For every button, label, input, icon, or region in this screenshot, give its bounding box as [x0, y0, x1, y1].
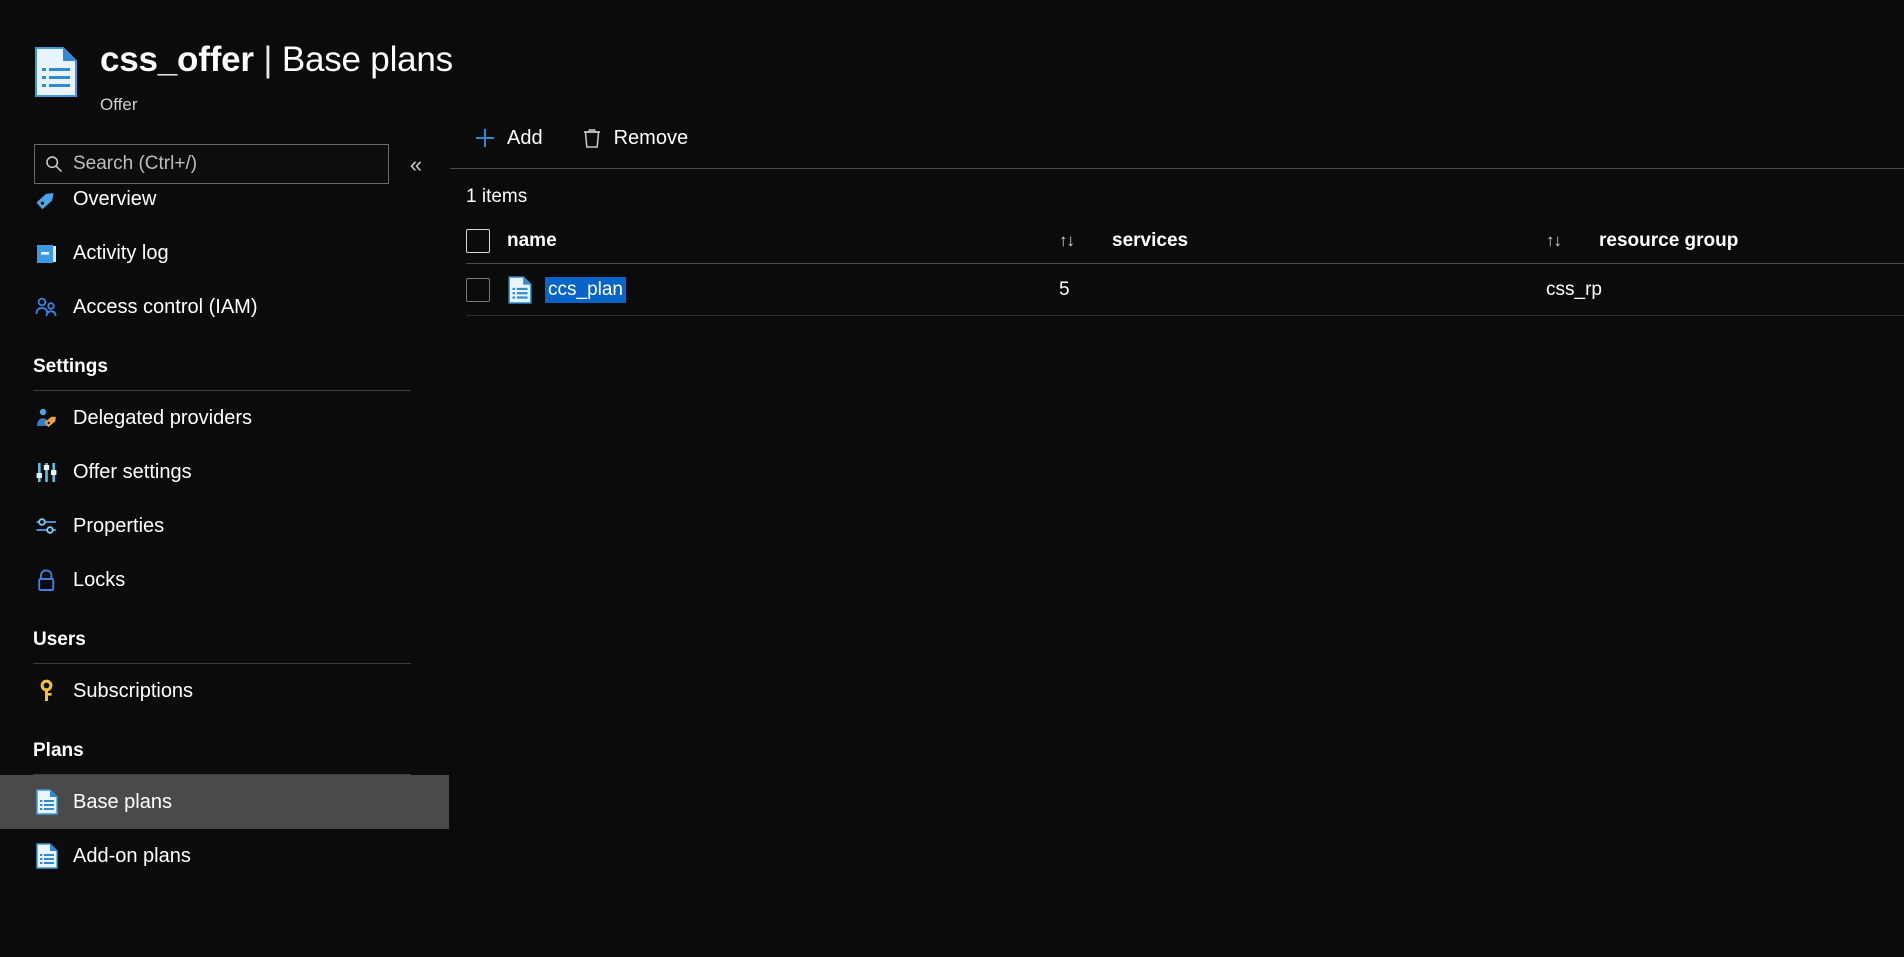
grid-header-row: name ↑↓ services ↑↓ resource group — [450, 218, 1904, 264]
delegated-providers-icon — [33, 404, 60, 432]
command-bar-divider — [450, 168, 1904, 169]
properties-icon — [33, 512, 60, 540]
blade-header: css_offer | Base plans Offer — [0, 0, 1904, 128]
sidebar-group-title: Settings — [33, 356, 411, 390]
plan-document-icon — [507, 276, 533, 304]
items-count-label: 1 items — [466, 186, 527, 208]
select-all-cell — [450, 229, 507, 253]
access-control-icon — [33, 293, 60, 321]
offer-document-icon — [33, 46, 79, 98]
sidebar-item-label: Delegated providers — [73, 407, 252, 430]
sort-icon-name[interactable]: ↑↓ — [1059, 231, 1074, 251]
row-name-cell: ccs_plan — [507, 276, 1059, 304]
sidebar-item-properties[interactable]: Properties — [0, 499, 450, 553]
sidebar-group-title: Users — [33, 629, 411, 663]
row-name-link[interactable]: ccs_plan — [545, 277, 626, 303]
plan-document-icon — [33, 788, 60, 816]
key-icon — [33, 677, 60, 705]
sidebar-item-subscriptions[interactable]: Subscriptions — [0, 664, 450, 718]
lock-icon — [33, 566, 60, 594]
sidebar-item-offer-settings[interactable]: Offer settings — [0, 445, 450, 499]
plan-document-icon — [33, 842, 60, 870]
column-header-resource-group[interactable]: ↑↓ resource group — [1546, 230, 1904, 252]
sidebar-item-overview[interactable]: Overview — [0, 172, 450, 226]
row-select-cell — [450, 278, 507, 302]
column-header-resource-group-label: resource group — [1599, 230, 1738, 252]
sidebar-group-title: Plans — [33, 740, 411, 774]
sidebar-item-activity-log[interactable]: Activity log — [0, 226, 450, 280]
sort-icon-services[interactable]: ↑↓ — [1546, 231, 1561, 251]
column-header-services-label: services — [1112, 230, 1188, 252]
page-title-separator: | — [263, 40, 272, 79]
row-checkbox[interactable] — [466, 278, 490, 302]
plus-icon — [474, 127, 496, 149]
sidebar-item-label: Locks — [73, 569, 125, 592]
sidebar: « Overview — [0, 128, 450, 957]
page-subtitle: Offer — [100, 95, 137, 115]
select-all-checkbox[interactable] — [466, 229, 490, 253]
sidebar-item-access-control[interactable]: Access control (IAM) — [0, 280, 450, 334]
table-row[interactable]: ccs_plan 5 css_rp — [450, 264, 1904, 316]
row-resource-group-value: css_rp — [1546, 279, 1904, 301]
remove-button[interactable]: Remove — [567, 118, 702, 158]
sidebar-item-label: Access control (IAM) — [73, 296, 257, 319]
remove-button-label: Remove — [614, 127, 688, 150]
sidebar-item-locks[interactable]: Locks — [0, 553, 450, 607]
sidebar-group-plans: Plans — [0, 718, 411, 775]
tag-icon — [33, 185, 60, 213]
sidebar-group-settings: Settings — [0, 334, 411, 391]
sidebar-item-label: Overview — [73, 188, 156, 211]
sidebar-item-label: Subscriptions — [73, 680, 193, 703]
add-button[interactable]: Add — [460, 118, 557, 158]
page-title: css_offer | Base plans — [100, 40, 453, 80]
trash-icon — [581, 127, 603, 149]
search-icon — [45, 155, 63, 173]
sidebar-item-label: Offer settings — [73, 461, 192, 484]
column-header-name-label: name — [507, 230, 557, 252]
sidebar-item-label: Activity log — [73, 242, 169, 265]
sidebar-group-users: Users — [0, 607, 411, 664]
content-area: Add Remove 1 items — [450, 128, 1904, 957]
row-services-value: 5 — [1059, 279, 1546, 301]
add-button-label: Add — [507, 127, 543, 150]
azure-portal-blade: css_offer | Base plans Offer « — [0, 0, 1904, 957]
column-header-name[interactable]: name — [507, 230, 1059, 252]
sidebar-item-label: Base plans — [73, 791, 172, 814]
activity-log-icon — [33, 239, 60, 267]
sidebar-item-add-on-plans[interactable]: Add-on plans — [0, 829, 450, 883]
sidebar-nav-list: Overview Activity log — [0, 172, 450, 883]
command-bar: Add Remove — [450, 110, 702, 166]
page-title-blade: Base plans — [282, 40, 453, 79]
column-header-services[interactable]: ↑↓ services — [1059, 230, 1546, 252]
page-title-resource: css_offer — [100, 40, 254, 79]
sidebar-item-label: Properties — [73, 515, 164, 538]
sidebar-item-delegated-providers[interactable]: Delegated providers — [0, 391, 450, 445]
divider — [466, 315, 1904, 316]
sidebar-item-label: Add-on plans — [73, 845, 191, 868]
plans-grid: name ↑↓ services ↑↓ resource group — [450, 218, 1904, 316]
sliders-vertical-icon — [33, 458, 60, 486]
sidebar-item-base-plans[interactable]: Base plans — [0, 775, 449, 829]
